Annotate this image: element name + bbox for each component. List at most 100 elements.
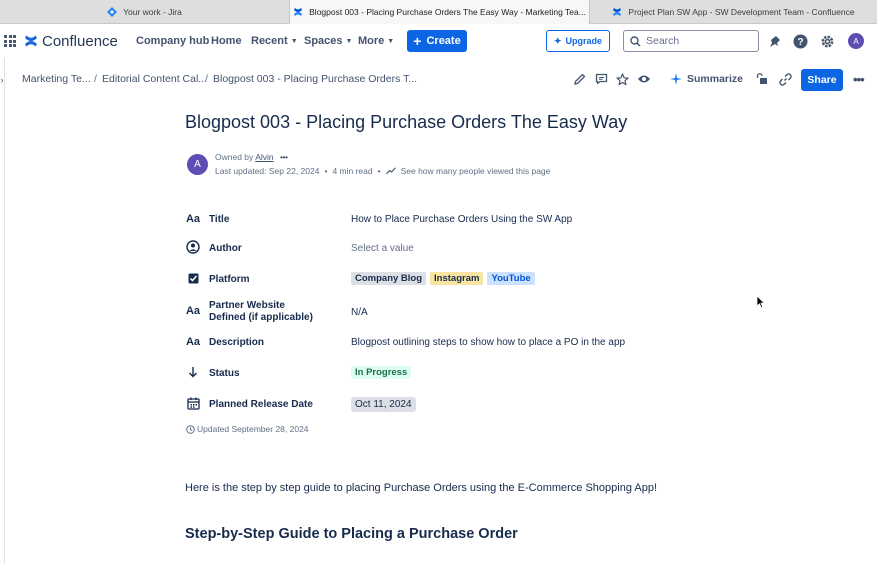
- confluence-icon: [294, 8, 303, 16]
- analytics-icon: [385, 167, 396, 175]
- owner-line: Owned by Alvin •••: [215, 152, 288, 162]
- calendar-icon: [185, 397, 201, 410]
- property-label-release-date: Planned Release Date: [209, 399, 313, 410]
- tab-title: Your work - Jira: [123, 7, 182, 17]
- confluence-logo-icon: [25, 35, 37, 47]
- tag-youtube: YouTube: [487, 272, 535, 285]
- property-label-platform: Platform: [209, 274, 250, 285]
- property-value-title[interactable]: How to Place Purchase Orders Using the S…: [351, 214, 572, 225]
- notifications-icon[interactable]: [766, 33, 782, 49]
- browser-tab-strip: Your work - Jira Blogpost 003 - Placing …: [0, 0, 877, 24]
- label-line: Defined (if applicable): [209, 312, 313, 323]
- nav-more[interactable]: More ▼: [358, 24, 394, 58]
- property-label-status: Status: [209, 368, 240, 379]
- date-chip: Oct 11, 2024: [351, 397, 416, 412]
- star-icon[interactable]: [615, 72, 629, 86]
- property-value-status[interactable]: In Progress: [351, 366, 415, 379]
- upgrade-button[interactable]: ✦ Upgrade: [546, 30, 610, 52]
- chevron-down-icon: ▼: [387, 37, 395, 45]
- breadcrumb-current[interactable]: Blogpost 003 - Placing Purchase Orders T…: [213, 73, 417, 85]
- search-icon: [630, 35, 641, 46]
- upgrade-label: Upgrade: [565, 36, 603, 46]
- property-value-author[interactable]: Select a value: [351, 243, 414, 254]
- last-updated: Last updated: Sep 22, 2024: [215, 166, 320, 176]
- owner-more-icon[interactable]: •••: [280, 152, 288, 162]
- breadcrumb-parent[interactable]: Editorial Content Cal...: [102, 73, 207, 85]
- clock-icon: [186, 424, 195, 434]
- property-label-description: Description: [209, 337, 265, 348]
- owner-prefix: Owned by: [215, 152, 254, 162]
- search-placeholder: Search: [646, 35, 680, 47]
- status-arrow-down-icon: [185, 366, 201, 378]
- restrictions-lock-icon[interactable]: [755, 72, 769, 86]
- more-actions-icon[interactable]: •••: [853, 72, 865, 87]
- confluence-logo[interactable]: Confluence: [24, 24, 118, 58]
- page-title: Blogpost 003 - Placing Purchase Orders T…: [185, 112, 628, 132]
- mouse-cursor-icon: [756, 295, 766, 309]
- property-value-partner[interactable]: N/A: [351, 307, 368, 318]
- breadcrumb-space[interactable]: Marketing Te...: [22, 73, 91, 85]
- search-input[interactable]: Search: [623, 30, 759, 52]
- nav-company-hub[interactable]: Company hub: [136, 24, 209, 58]
- property-label-author: Author: [209, 243, 242, 254]
- user-field-icon: [185, 240, 201, 254]
- nav-label: Recent: [251, 35, 288, 47]
- tab-title: Project Plan SW App - SW Development Tea…: [628, 7, 855, 17]
- meta-separator: •: [377, 166, 381, 176]
- sidebar-collapsed: [0, 58, 5, 564]
- page-meta: Last updated: Sep 22, 2024 • 4 min read …: [215, 166, 550, 176]
- nav-label: More: [358, 35, 385, 47]
- summarize-button[interactable]: Summarize: [670, 72, 743, 86]
- copy-link-icon[interactable]: [778, 72, 792, 86]
- nav-spaces[interactable]: Spaces ▼: [304, 24, 352, 58]
- property-value-platform[interactable]: Company Blog Instagram YouTube: [351, 272, 539, 285]
- ai-sparkle-icon: [670, 73, 682, 85]
- settings-gear-icon[interactable]: [819, 33, 835, 49]
- property-label-title: Title: [209, 214, 230, 225]
- text-field-icon: Aa: [185, 213, 201, 225]
- plus-icon: +: [413, 33, 422, 49]
- properties-updated-note: Updated September 28, 2024: [186, 424, 309, 434]
- user-avatar[interactable]: A: [848, 33, 864, 49]
- summarize-label: Summarize: [687, 73, 744, 85]
- text-field-icon: Aa: [185, 305, 201, 317]
- chevron-down-icon: ▼: [290, 37, 298, 45]
- section-heading: Step-by-Step Guide to Placing a Purchase…: [185, 526, 518, 542]
- edit-pencil-icon[interactable]: [573, 72, 587, 86]
- breadcrumb-separator: /: [94, 73, 97, 85]
- help-icon[interactable]: ?: [792, 33, 808, 49]
- nav-label: Spaces: [304, 35, 343, 47]
- confluence-icon: [613, 8, 622, 16]
- svg-text:?: ?: [797, 37, 803, 48]
- nav-recent[interactable]: Recent ▼: [251, 24, 298, 58]
- top-navigation: Confluence Company hub Home Recent ▼ Spac…: [0, 24, 877, 58]
- property-value-description[interactable]: Blogpost outlining steps to show how to …: [351, 337, 625, 348]
- body-intro-paragraph: Here is the step by step guide to placin…: [185, 482, 658, 494]
- app-switcher-icon[interactable]: [4, 35, 16, 47]
- create-label: Create: [426, 35, 461, 47]
- status-lozenge: In Progress: [351, 366, 412, 379]
- app-name: Confluence: [42, 32, 118, 50]
- property-label-partner: Partner Website Defined (if applicable): [209, 300, 313, 324]
- browser-tab-jira[interactable]: Your work - Jira: [0, 0, 290, 24]
- breadcrumb-separator: /: [205, 73, 208, 85]
- browser-tab-project-plan[interactable]: Project Plan SW App - SW Development Tea…: [590, 0, 877, 24]
- share-button[interactable]: Share: [801, 69, 843, 91]
- nav-home[interactable]: Home: [211, 24, 242, 58]
- jira-icon: [107, 7, 118, 17]
- updated-text: Updated September 28, 2024: [197, 424, 309, 434]
- chevron-down-icon: ▼: [345, 37, 353, 45]
- watch-eye-icon[interactable]: [637, 72, 651, 86]
- create-button[interactable]: + Create: [407, 30, 467, 52]
- comment-icon[interactable]: [594, 72, 608, 86]
- expand-sidebar-chevron-icon[interactable]: ›: [0, 73, 7, 87]
- property-value-release-date[interactable]: Oct 11, 2024: [351, 397, 416, 412]
- read-time: 4 min read: [332, 166, 373, 176]
- tab-title: Blogpost 003 - Placing Purchase Orders T…: [309, 7, 586, 17]
- meta-separator: •: [324, 166, 328, 176]
- owner-avatar[interactable]: A: [187, 154, 208, 175]
- browser-tab-blogpost[interactable]: Blogpost 003 - Placing Purchase Orders T…: [290, 0, 590, 24]
- view-analytics-link[interactable]: See how many people viewed this page: [401, 166, 551, 176]
- tag-instagram: Instagram: [430, 272, 484, 285]
- owner-link[interactable]: Alvin: [255, 152, 273, 162]
